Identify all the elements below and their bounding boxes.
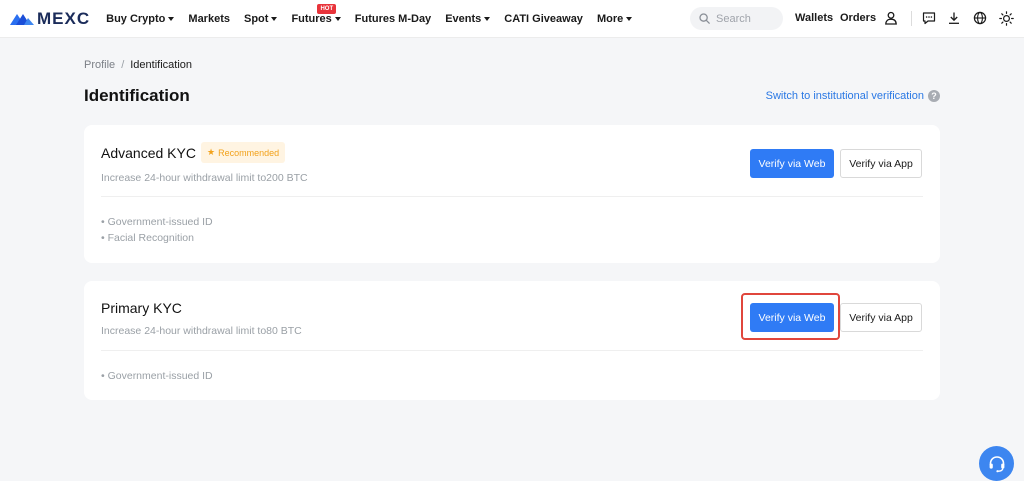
card-divider: [101, 196, 923, 197]
nav-label: Markets: [188, 12, 230, 25]
help-icon[interactable]: ?: [928, 90, 940, 102]
theme-sun-icon[interactable]: [998, 10, 1014, 26]
nav-cati-giveaway[interactable]: CATI Giveaway: [504, 13, 583, 25]
nav-spot[interactable]: Spot: [243, 12, 278, 25]
nav-futures-mday[interactable]: Futures M-Day: [355, 13, 431, 25]
nav-markets[interactable]: Markets: [188, 13, 230, 25]
headset-icon: [989, 455, 1004, 472]
main-nav: Buy Crypto Markets Spot HOT Futures Futu…: [106, 0, 646, 38]
nav-more[interactable]: More: [596, 12, 633, 25]
feature-item: • Facial Recognition: [101, 232, 194, 244]
brand-logo[interactable]: MEXC: [10, 0, 90, 38]
breadcrumb-current: Identification: [130, 59, 193, 71]
chevron-down-icon: [271, 16, 278, 21]
advanced-verify-web-button[interactable]: Verify via Web: [750, 149, 834, 178]
nav-label: More: [596, 12, 624, 25]
feature-item: • Government-issued ID: [101, 370, 213, 382]
nav-label: Futures M-Day: [354, 12, 432, 25]
chevron-down-icon: [484, 16, 491, 21]
recommended-label: Recommended: [218, 147, 280, 158]
nav-label: Buy Crypto: [106, 12, 166, 25]
nav-buy-crypto[interactable]: Buy Crypto: [106, 12, 175, 25]
nav-label: Spot: [243, 12, 269, 25]
top-navigation-bar: MEXC Buy Crypto Markets Spot HOT Futures…: [0, 0, 1024, 38]
card-divider: [101, 350, 923, 351]
nav-label: Events: [445, 12, 482, 25]
chevron-down-icon: [626, 16, 633, 21]
breadcrumb: Profile / Identification: [84, 59, 192, 71]
nav-label: CATI Giveaway: [504, 12, 583, 25]
support-chat-button[interactable]: [979, 446, 1014, 481]
globe-icon[interactable]: [972, 10, 988, 26]
wallets-link[interactable]: Wallets: [795, 12, 833, 24]
star-icon: ★: [207, 147, 216, 157]
primary-kyc-card: Primary KYC Increase 24-hour withdrawal …: [84, 281, 940, 400]
breadcrumb-separator: /: [121, 59, 125, 71]
primary-kyc-title: Primary KYC: [101, 300, 182, 316]
primary-kyc-description: Increase 24-hour withdrawal limit to80 B…: [101, 325, 302, 337]
brand-name: MEXC: [37, 8, 91, 28]
message-icon[interactable]: [921, 10, 937, 26]
primary-verify-web-button[interactable]: Verify via Web: [750, 303, 834, 332]
breadcrumb-profile[interactable]: Profile: [84, 59, 115, 71]
advanced-verify-app-button[interactable]: Verify via App: [840, 149, 922, 178]
advanced-kyc-card: Advanced KYC ★ Recommended Increase 24-h…: [84, 125, 940, 263]
search-icon: [699, 13, 710, 24]
search-input[interactable]: Search: [690, 7, 783, 30]
recommended-badge: ★ Recommended: [201, 142, 286, 163]
download-icon[interactable]: [946, 10, 962, 26]
search-placeholder: Search: [716, 12, 751, 25]
mexc-logo-icon: [10, 13, 34, 25]
nav-label: Futures: [291, 12, 332, 25]
institutional-verification-link[interactable]: Switch to institutional verification ?: [766, 90, 940, 102]
nav-events[interactable]: Events: [445, 12, 491, 25]
primary-verify-app-button[interactable]: Verify via App: [840, 303, 922, 332]
header-divider: [911, 11, 912, 26]
chevron-down-icon: [168, 16, 175, 21]
nav-futures[interactable]: HOT Futures: [291, 3, 341, 25]
orders-link[interactable]: Orders: [840, 12, 876, 24]
advanced-kyc-title: Advanced KYC: [101, 145, 196, 161]
chevron-down-icon: [334, 16, 341, 21]
advanced-kyc-description: Increase 24-hour withdrawal limit to200 …: [101, 172, 308, 184]
feature-item: • Government-issued ID: [101, 216, 213, 228]
hot-badge: HOT: [317, 3, 337, 14]
institutional-verification-label: Switch to institutional verification: [765, 90, 924, 102]
user-icon[interactable]: [883, 10, 899, 26]
page-title: Identification: [84, 86, 190, 105]
